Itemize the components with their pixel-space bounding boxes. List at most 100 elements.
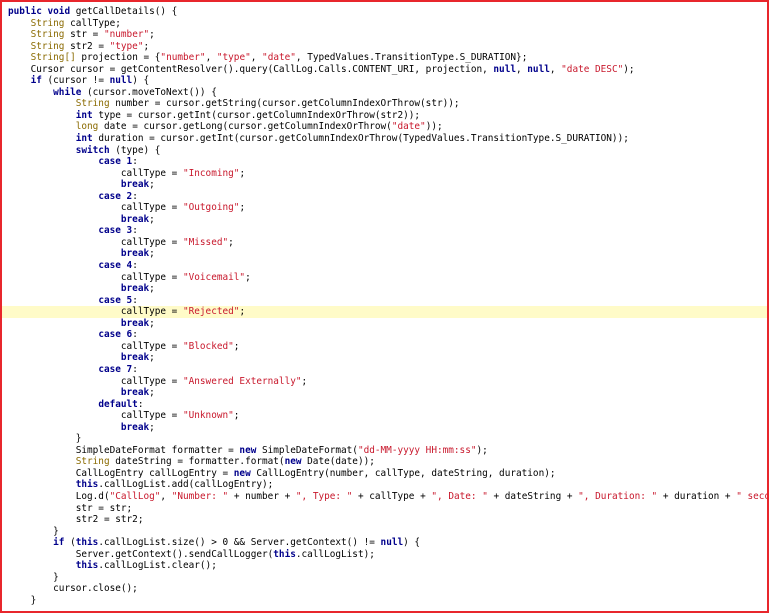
- code-line[interactable]: case 7:: [8, 364, 767, 376]
- code-line[interactable]: break;: [8, 387, 767, 399]
- code-line[interactable]: str2 = str2;: [8, 514, 767, 526]
- code-line[interactable]: break;: [8, 248, 767, 260]
- code-token: :: [132, 156, 138, 168]
- code-line[interactable]: if (cursor != null) {: [8, 75, 767, 87]
- code-token: ;: [301, 375, 308, 387]
- code-line[interactable]: Cursor cursor = getContentResolver().que…: [8, 64, 767, 76]
- code-token: long: [75, 121, 104, 133]
- code-token: callType =: [8, 167, 183, 179]
- code-line[interactable]: break;: [8, 318, 767, 330]
- code-line[interactable]: }: [8, 433, 767, 445]
- code-line[interactable]: callType = "Rejected";: [2, 306, 767, 318]
- code-line[interactable]: String str = "number";: [8, 29, 767, 41]
- code-line[interactable]: break;: [8, 214, 767, 226]
- code-token: "date DESC": [561, 63, 624, 75]
- code-token: "number": [160, 52, 206, 64]
- code-line[interactable]: callType = "Missed";: [8, 237, 767, 249]
- code-token: "Outgoing": [182, 202, 240, 214]
- code-token: public void: [8, 6, 76, 17]
- code-line[interactable]: case 6:: [8, 329, 767, 341]
- code-token: "date": [391, 121, 426, 133]
- code-line[interactable]: break;: [8, 422, 767, 434]
- code-line[interactable]: cursor.close();: [8, 583, 767, 595]
- code-token: :: [132, 363, 138, 375]
- code-line[interactable]: switch (type) {: [8, 145, 767, 157]
- code-token: callType =: [8, 271, 183, 283]
- code-token: callType;: [70, 17, 121, 29]
- code-token: ;: [239, 202, 246, 214]
- code-line[interactable]: }: [8, 572, 767, 584]
- code-line[interactable]: CallLogEntry callLogEntry = new CallLogE…: [8, 468, 767, 480]
- code-line[interactable]: String str2 = "type";: [8, 41, 767, 53]
- code-line[interactable]: case 1:: [8, 156, 767, 168]
- code-token: while: [53, 86, 88, 98]
- code-line[interactable]: break;: [8, 179, 767, 191]
- code-line[interactable]: String dateString = formatter.format(new…: [8, 456, 767, 468]
- code-line[interactable]: callType = "Outgoing";: [8, 202, 767, 214]
- code-token: this: [75, 537, 99, 549]
- code-token: ;: [233, 340, 240, 352]
- code-line[interactable]: String number = cursor.getString(cursor.…: [8, 98, 767, 110]
- code-token: String[]: [30, 52, 82, 64]
- code-line[interactable]: break;: [8, 283, 767, 295]
- code-token: "Incoming": [182, 167, 240, 179]
- code-editor[interactable]: public void getCallDetails() { String ca…: [2, 6, 767, 607]
- code-line[interactable]: this.callLogList.add(callLogEntry);: [8, 479, 767, 491]
- code-token: ));: [425, 121, 443, 133]
- code-token: int: [75, 133, 99, 145]
- code-line[interactable]: case 2:: [8, 191, 767, 203]
- code-line[interactable]: long date = cursor.getLong(cursor.getCol…: [8, 121, 767, 133]
- code-line[interactable]: this.callLogList.clear();: [8, 560, 767, 572]
- code-line[interactable]: String[] projection = {"number", "type",…: [8, 52, 767, 64]
- code-line[interactable]: }: [8, 526, 767, 538]
- code-line[interactable]: callType = "Incoming";: [8, 168, 767, 180]
- code-line[interactable]: callType = "Blocked";: [8, 341, 767, 353]
- code-line[interactable]: callType = "Answered Externally";: [8, 376, 767, 388]
- code-line[interactable]: SimpleDateFormat formatter = new SimpleD…: [8, 445, 767, 457]
- code-token: switch: [75, 144, 116, 156]
- code-line[interactable]: callType = "Voicemail";: [8, 272, 767, 284]
- code-line[interactable]: Log.d("CallLog", "Number: " + number + "…: [8, 491, 767, 503]
- code-line[interactable]: Server.getContext().sendCallLogger(this.…: [8, 549, 767, 561]
- code-token: .callLogList.add(callLogEntry);: [98, 479, 274, 491]
- code-token: new: [239, 444, 262, 456]
- code-token: new: [233, 467, 257, 479]
- code-line[interactable]: str = str;: [8, 503, 767, 515]
- code-line[interactable]: while (cursor.moveToNext()) {: [8, 87, 767, 99]
- code-line[interactable]: }: [8, 595, 767, 607]
- code-token: callType =: [8, 340, 183, 352]
- code-line[interactable]: String callType;: [8, 18, 767, 30]
- code-line[interactable]: default:: [8, 399, 767, 411]
- code-token: String: [75, 98, 116, 110]
- code-token: "dd-MM-yyyy HH:mm:ss": [357, 444, 477, 456]
- code-line[interactable]: callType = "Unknown";: [8, 410, 767, 422]
- code-token: "Rejected": [182, 306, 240, 318]
- code-line[interactable]: case 4:: [8, 260, 767, 272]
- code-line[interactable]: int duration = cursor.getInt(cursor.getC…: [8, 133, 767, 145]
- code-line[interactable]: case 5:: [8, 295, 767, 307]
- code-token: duration = cursor.getInt(cursor.getColum…: [98, 133, 629, 145]
- code-token: ;: [149, 29, 155, 41]
- code-line[interactable]: break;: [8, 352, 767, 364]
- code-line[interactable]: case 3:: [8, 225, 767, 237]
- code-token: new: [284, 456, 308, 468]
- code-token: String: [30, 17, 71, 29]
- code-token: ;: [228, 236, 234, 248]
- code-line[interactable]: int type = cursor.getInt(cursor.getColum…: [8, 110, 767, 122]
- code-token: callType =: [8, 306, 183, 318]
- code-line[interactable]: public void getCallDetails() {: [8, 6, 767, 18]
- code-token: ;: [149, 352, 155, 364]
- code-line[interactable]: if (this.callLogList.size() > 0 && Serve…: [8, 537, 767, 549]
- code-token: null: [527, 63, 550, 75]
- code-token: break: [120, 283, 150, 295]
- code-token: ;: [149, 421, 155, 433]
- code-token: ;: [149, 387, 155, 399]
